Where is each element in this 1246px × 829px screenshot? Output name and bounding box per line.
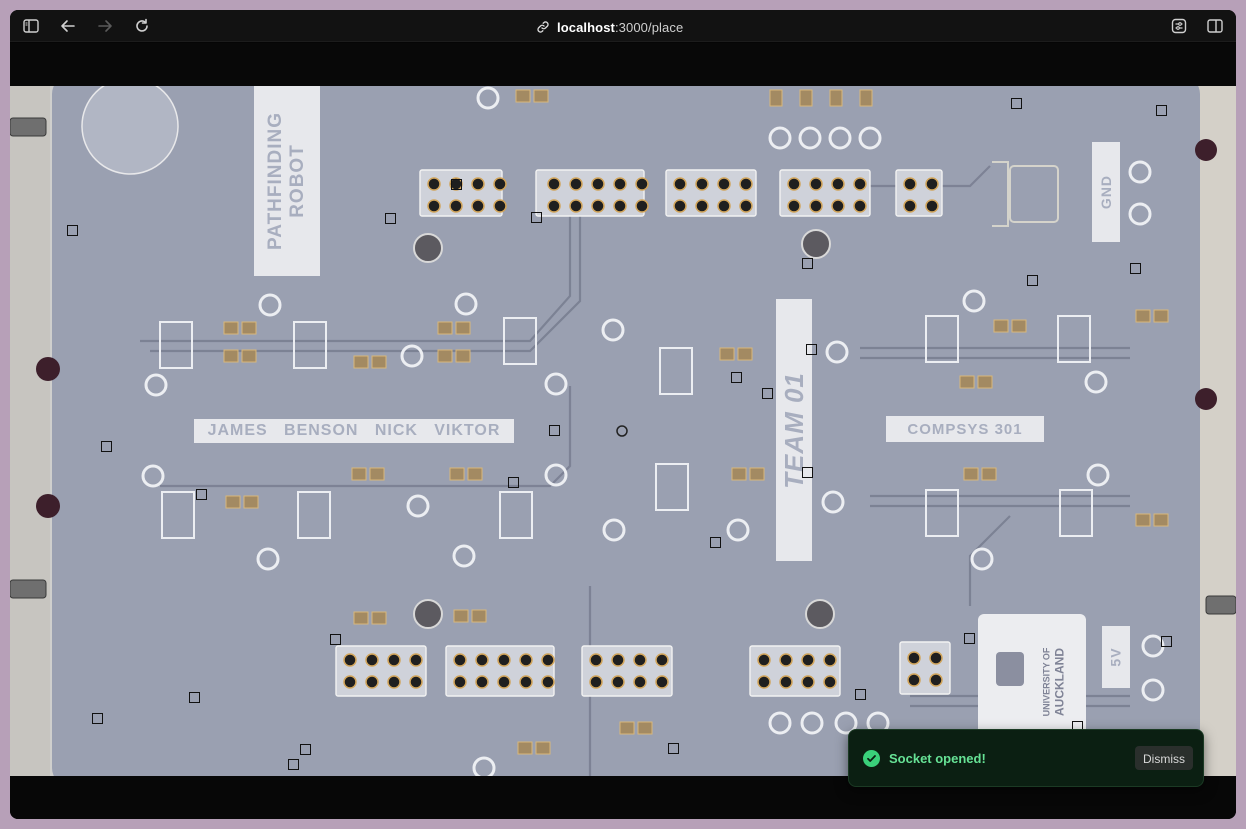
pixel-marker[interactable] bbox=[508, 477, 519, 488]
pixel-marker[interactable] bbox=[451, 179, 462, 190]
pixel-marker[interactable] bbox=[92, 713, 103, 724]
pixel-marker[interactable] bbox=[531, 212, 542, 223]
check-circle-icon bbox=[863, 749, 880, 767]
split-view-icon[interactable] bbox=[1205, 16, 1225, 36]
reload-icon[interactable] bbox=[132, 16, 152, 36]
pixel-marker[interactable] bbox=[189, 692, 200, 703]
pcb-course-label: COMPSYS 301 bbox=[886, 416, 1044, 442]
pixel-marker[interactable] bbox=[964, 633, 975, 644]
pixel-marker[interactable] bbox=[101, 441, 112, 452]
pixel-marker[interactable] bbox=[802, 467, 813, 478]
pcb-title-line2: ROBOT bbox=[287, 144, 309, 218]
pcb-5v-text: 5V bbox=[1108, 647, 1124, 667]
pixel-marker[interactable] bbox=[1011, 98, 1022, 109]
pcb-title-label: PATHFINDING ROBOT bbox=[254, 86, 320, 276]
pixel-marker[interactable] bbox=[330, 634, 341, 645]
toast-message: Socket opened! bbox=[889, 750, 986, 766]
forward-arrow-icon[interactable] bbox=[95, 16, 115, 36]
url-path: :3000/place bbox=[614, 19, 684, 35]
pixel-marker[interactable] bbox=[300, 744, 311, 755]
pixel-marker[interactable] bbox=[1130, 263, 1141, 274]
pixel-marker[interactable] bbox=[1156, 105, 1167, 116]
toast-notification: Socket opened! Dismiss bbox=[848, 729, 1204, 787]
pixel-marker[interactable] bbox=[385, 213, 396, 224]
browser-toolbar: localhost:3000/place bbox=[10, 10, 1236, 42]
page-top-bar bbox=[10, 43, 1236, 86]
dismiss-button[interactable]: Dismiss bbox=[1135, 746, 1193, 770]
pcb-title-line1: PATHFINDING bbox=[265, 111, 287, 251]
place-canvas[interactable]: PATHFINDING ROBOT JAMES BENSON NICK VIKT… bbox=[10, 86, 1236, 776]
pixel-marker[interactable] bbox=[288, 759, 299, 770]
pixel-marker[interactable] bbox=[668, 743, 679, 754]
pcb-gnd-text: GND bbox=[1098, 174, 1114, 210]
pixel-marker[interactable] bbox=[67, 225, 78, 236]
pixel-marker[interactable] bbox=[855, 689, 866, 700]
link-icon bbox=[536, 20, 550, 34]
address-bar[interactable]: localhost:3000/place bbox=[536, 18, 683, 36]
pcb-5v-label: 5V bbox=[1102, 626, 1130, 688]
pixel-marker[interactable] bbox=[710, 537, 721, 548]
back-arrow-icon[interactable] bbox=[58, 16, 78, 36]
pixel-marker[interactable] bbox=[802, 258, 813, 269]
pixel-marker[interactable] bbox=[731, 372, 742, 383]
pixel-marker[interactable] bbox=[549, 425, 560, 436]
pcb-gnd-label: GND bbox=[1092, 142, 1120, 242]
pixel-marker[interactable] bbox=[762, 388, 773, 399]
pixel-marker[interactable] bbox=[806, 344, 817, 355]
pcb-team-label: TEAM 01 bbox=[776, 299, 812, 561]
extensions-icon[interactable] bbox=[1169, 16, 1189, 36]
pcb-names-label: JAMES BENSON NICK VIKTOR bbox=[194, 419, 514, 443]
uoa-line1: UNIVERSITY OF bbox=[1041, 647, 1052, 717]
url-host: localhost bbox=[557, 19, 615, 35]
sidebar-icon[interactable] bbox=[21, 16, 41, 36]
pixel-marker[interactable] bbox=[196, 489, 207, 500]
uoa-line2: AUCKLAND bbox=[1052, 648, 1067, 717]
pixel-marker[interactable] bbox=[1161, 636, 1172, 647]
browser-window: localhost:3000/place PATHFINDING ROBOT J… bbox=[10, 10, 1236, 819]
pixel-marker[interactable] bbox=[1027, 275, 1038, 286]
